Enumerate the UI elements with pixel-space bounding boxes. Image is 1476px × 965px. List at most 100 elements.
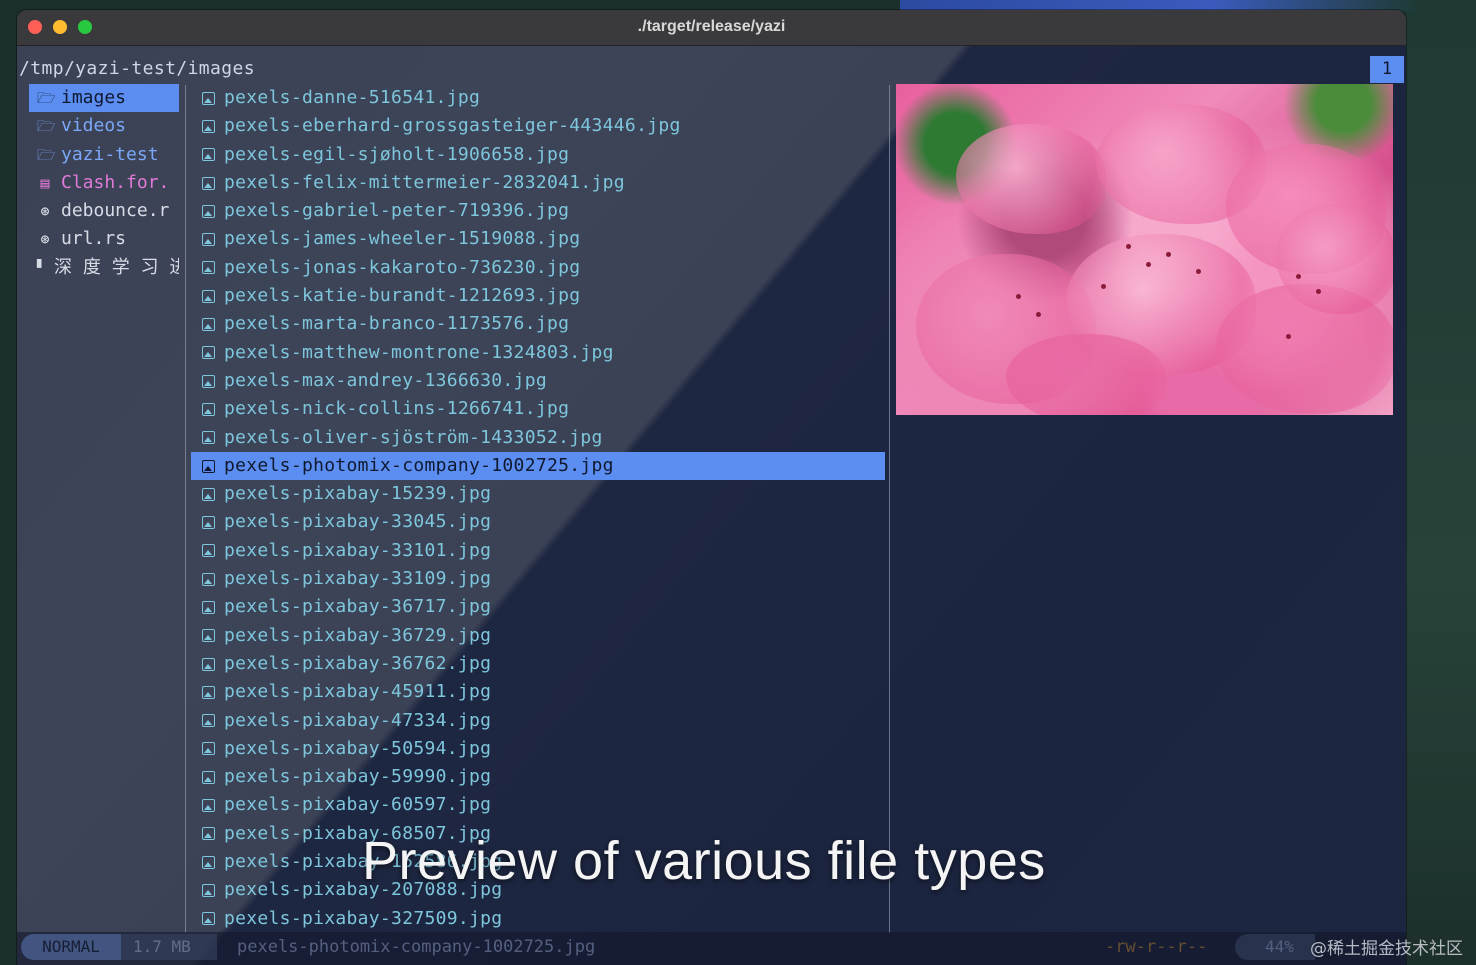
image-file-icon — [202, 148, 215, 162]
watermark: @稀土掘金技术社区 — [1310, 939, 1463, 959]
rust-file-icon: ⊛ — [40, 202, 50, 221]
file-item[interactable]: pexels-james-wheeler-1519088.jpg — [191, 225, 885, 253]
image-file-icon — [202, 318, 215, 332]
file-item-label: pexels-max-andrey-1366630.jpg — [224, 369, 547, 391]
file-size: 1.7 MB — [121, 934, 217, 960]
file-item-label: pexels-pixabay-33109.jpg — [224, 568, 492, 590]
parent-item-label: yazi-test — [61, 143, 159, 165]
file-item[interactable]: pexels-pixabay-33109.jpg — [191, 565, 885, 593]
parent-item[interactable]: ⊛ debounce.r — [29, 197, 179, 225]
file-item[interactable]: pexels-marta-branco-1173576.jpg — [191, 310, 885, 338]
image-file-icon — [202, 827, 215, 841]
image-file-icon — [202, 544, 215, 558]
file-item-label: pexels-pixabay-50594.jpg — [224, 737, 492, 759]
preview-stamen — [1016, 294, 1021, 299]
file-list-pane: pexels-danne-516541.jpg pexels-eberhard-g… — [191, 84, 885, 933]
image-file-icon — [202, 289, 215, 303]
title-bar[interactable]: ./target/release/yazi — [17, 10, 1406, 46]
file-item-label: pexels-egil-sjøholt-1906658.jpg — [224, 143, 570, 165]
image-file-icon — [202, 176, 215, 190]
file-item[interactable]: pexels-matthew-montrone-1324803.jpg — [191, 339, 885, 367]
image-file-icon — [202, 770, 215, 784]
file-item-selected[interactable]: pexels-photomix-company-1002725.jpg — [191, 451, 885, 481]
file-item-label: pexels-pixabay-36717.jpg — [224, 596, 492, 618]
file-item[interactable]: pexels-egil-sjøholt-1906658.jpg — [191, 141, 885, 169]
file-item[interactable]: pexels-pixabay-36729.jpg — [191, 622, 885, 650]
image-file-icon — [202, 799, 215, 813]
file-item[interactable]: pexels-felix-mittermeier-2832041.jpg — [191, 169, 885, 197]
file-item-label: pexels-pixabay-59990.jpg — [224, 766, 492, 788]
image-file-icon — [202, 261, 215, 275]
file-item-label: pexels-pixabay-45911.jpg — [224, 681, 492, 703]
file-item[interactable]: pexels-eberhard-grossgasteiger-443446.jp… — [191, 112, 885, 140]
preview-stamen — [1146, 262, 1151, 267]
image-file-icon — [202, 431, 215, 445]
file-item-label: pexels-katie-burandt-1212693.jpg — [224, 285, 581, 307]
parent-item[interactable]: 🗁 images — [29, 84, 179, 113]
file-item-label: pexels-gabriel-peter-719396.jpg — [224, 200, 570, 222]
file-item-label: pexels-james-wheeler-1519088.jpg — [224, 228, 581, 250]
file-item[interactable]: pexels-pixabay-47334.jpg — [191, 707, 885, 735]
image-file-icon — [202, 742, 215, 756]
preview-stamen — [1036, 312, 1041, 317]
file-permissions: -rw-r--r-- — [1105, 937, 1208, 957]
preview-stamen — [1296, 274, 1301, 279]
pane-divider — [889, 85, 890, 933]
file-item-label: pexels-pixabay-47334.jpg — [224, 709, 492, 731]
preview-stamen — [1316, 289, 1321, 294]
file-item[interactable]: pexels-jonas-kakaroto-736230.jpg — [191, 254, 885, 282]
parent-item-label: debounce.r — [61, 200, 170, 222]
file-item[interactable]: pexels-danne-516541.jpg — [191, 84, 885, 112]
file-item[interactable]: pexels-pixabay-33101.jpg — [191, 537, 885, 565]
image-file-icon — [202, 516, 215, 530]
parent-item[interactable]: ⊛ url.rs — [29, 225, 179, 253]
window-title: ./target/release/yazi — [637, 18, 786, 35]
file-item[interactable]: pexels-oliver-sjöström-1433052.jpg — [191, 424, 885, 452]
folder-icon: 🗁 — [37, 145, 56, 164]
file-item[interactable]: pexels-nick-collins-1266741.jpg — [191, 395, 885, 423]
parent-item[interactable]: 🗁 videos — [29, 112, 179, 140]
file-item-label: pexels-marta-branco-1173576.jpg — [224, 313, 570, 335]
file-item[interactable]: pexels-pixabay-15239.jpg — [191, 480, 885, 508]
file-item-label: pexels-pixabay-33045.jpg — [224, 511, 492, 533]
image-file-icon — [202, 657, 215, 671]
file-item[interactable]: pexels-pixabay-60597.jpg — [191, 791, 885, 819]
image-preview — [896, 84, 1393, 415]
image-file-icon — [202, 91, 215, 105]
file-item[interactable]: pexels-pixabay-59990.jpg — [191, 763, 885, 791]
file-item[interactable]: pexels-pixabay-327509.jpg — [191, 905, 885, 933]
file-item[interactable]: pexels-gabriel-peter-719396.jpg — [191, 197, 885, 225]
parent-item-label: 深 度 学 习 进 — [54, 256, 179, 278]
file-icon: ▘ — [37, 258, 47, 277]
image-file-icon — [202, 487, 215, 501]
tab-indicator[interactable]: 1 — [1370, 56, 1404, 83]
file-item[interactable]: pexels-pixabay-45911.jpg — [191, 678, 885, 706]
preview-stamen — [1166, 252, 1171, 257]
file-item-label: pexels-nick-collins-1266741.jpg — [224, 398, 570, 420]
file-item-label: pexels-matthew-montrone-1324803.jpg — [224, 341, 614, 363]
image-file-icon — [202, 685, 215, 699]
file-item-label: pexels-pixabay-327509.jpg — [224, 907, 503, 929]
parent-item[interactable]: ▤ Clash.for. — [29, 169, 179, 197]
file-item-label: pexels-pixabay-36729.jpg — [224, 624, 492, 646]
image-file-icon — [202, 714, 215, 728]
parent-item-label: url.rs — [61, 228, 127, 250]
pane-divider — [185, 85, 186, 933]
file-item[interactable]: pexels-katie-burandt-1212693.jpg — [191, 282, 885, 310]
file-item-label: pexels-jonas-kakaroto-736230.jpg — [224, 256, 581, 278]
image-file-icon — [202, 346, 215, 360]
file-item-label: pexels-oliver-sjöström-1433052.jpg — [224, 426, 603, 448]
file-item[interactable]: pexels-pixabay-36717.jpg — [191, 593, 885, 621]
desktop-background — [1406, 0, 1476, 965]
image-file-icon — [202, 204, 215, 218]
file-item[interactable]: pexels-pixabay-50594.jpg — [191, 735, 885, 763]
image-file-icon — [202, 119, 215, 133]
file-item[interactable]: pexels-pixabay-36762.jpg — [191, 650, 885, 678]
terminal-window: ./target/release/yazi /tmp/yazi-test/ima… — [17, 10, 1406, 965]
preview-stamen — [1101, 284, 1106, 289]
parent-item[interactable]: 🗁 yazi-test — [29, 141, 179, 169]
preview-stamen — [1126, 244, 1131, 249]
file-item[interactable]: pexels-max-andrey-1366630.jpg — [191, 367, 885, 395]
file-item[interactable]: pexels-pixabay-33045.jpg — [191, 508, 885, 536]
parent-item[interactable]: ▘ 深 度 学 习 进 — [29, 254, 179, 282]
